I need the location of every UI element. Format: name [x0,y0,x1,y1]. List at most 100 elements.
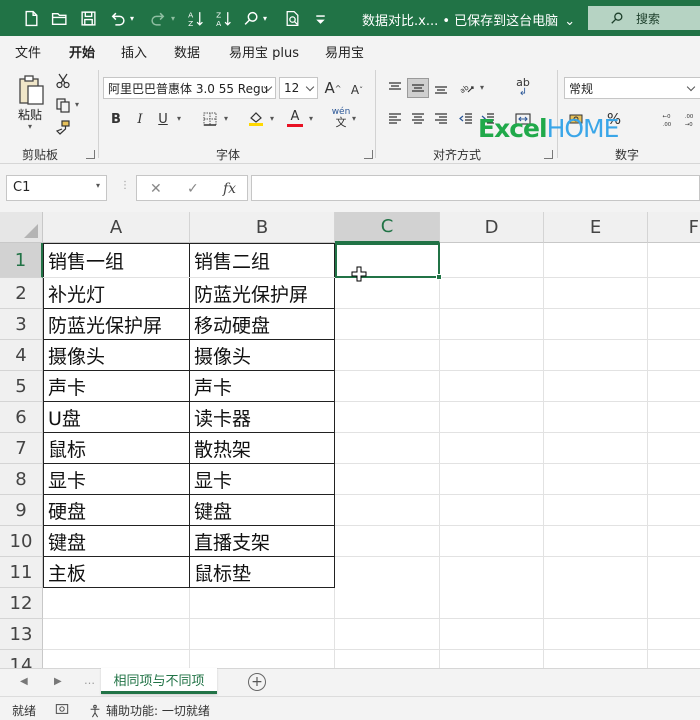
tab-yiyongbao[interactable]: 易用宝 [325,42,364,61]
phonetic-button[interactable]: wén 文 [330,106,352,130]
svg-text:A: A [216,18,222,26]
orientation-dropdown-icon[interactable]: ▾ [480,83,484,92]
add-sheet-icon[interactable]: + [248,673,266,691]
find-dropdown-icon[interactable]: ▾ [259,7,271,29]
accessibility-text: 辅助功能: 一切就绪 [106,704,210,718]
alignment-launcher-icon[interactable] [544,150,553,159]
font-name-value: 阿里巴巴普惠体 3.0 55 Regu [108,81,269,96]
align-middle-icon[interactable] [407,78,429,98]
row-header-9[interactable]: 9 [0,495,43,526]
sheet-next-icon[interactable]: ▶ [54,676,62,687]
customize-toolbar-icon[interactable] [309,7,331,29]
tab-data[interactable]: 数据 [174,42,200,61]
title-chevron-icon[interactable]: ⌄ [564,14,575,29]
row-header-2[interactable]: 2 [0,278,43,309]
insert-function-icon[interactable]: fx [223,181,236,197]
row-header-6[interactable]: 6 [0,402,43,433]
decrease-decimal-icon[interactable]: .00 →0 [682,108,700,132]
name-box-dropdown-icon[interactable]: ▾ [96,181,100,190]
undo-icon[interactable] [106,7,128,29]
clipboard-launcher-icon[interactable] [86,150,95,159]
italic-button[interactable]: I [130,109,150,129]
row-header-11[interactable]: 11 [0,557,43,588]
format-painter-icon[interactable] [54,119,72,137]
font-launcher-icon[interactable] [364,150,373,159]
font-color-button[interactable]: A [285,108,305,128]
row-header-1[interactable]: 1 [0,243,43,278]
wrap-text-button[interactable]: ab ↲ [512,76,534,100]
open-folder-icon[interactable] [48,7,70,29]
row-header-10[interactable]: 10 [0,526,43,557]
row-header-5[interactable]: 5 [0,371,43,402]
tab-yiyongbao-plus[interactable]: 易用宝 plus [229,42,299,61]
underline-dropdown-icon[interactable]: ▾ [177,114,181,123]
underline-button[interactable]: U [153,109,173,129]
row-header-4[interactable]: 4 [0,340,43,371]
row-header-12[interactable]: 12 [0,588,43,619]
fill-handle[interactable] [436,274,442,280]
column-header-e[interactable]: E [544,212,648,243]
svg-text:.00: .00 [685,114,694,120]
font-color-dropdown-icon[interactable]: ▾ [309,114,313,123]
search-box[interactable]: 搜索 [588,6,700,30]
align-right-icon[interactable] [431,109,451,129]
align-bottom-icon[interactable] [431,78,451,98]
row-header-7[interactable]: 7 [0,433,43,464]
undo-dropdown-icon[interactable]: ▾ [126,7,138,29]
sheet-more-icon[interactable]: … [84,674,95,687]
increase-decimal-icon[interactable]: ←0.00 [658,108,678,132]
column-header-a[interactable]: A [43,212,190,243]
row-header-8[interactable]: 8 [0,464,43,495]
column-header-f[interactable]: F [648,212,700,243]
tab-home[interactable]: 开始 [69,42,96,67]
worksheet-grid[interactable]: A B C D E F 1 2 3 4 5 6 7 8 9 10 11 12 1… [0,212,700,668]
phonetic-dropdown-icon[interactable]: ▾ [352,114,356,123]
copy-dropdown-icon[interactable]: ▾ [75,100,79,109]
orientation-icon[interactable]: ab [456,76,478,98]
fill-color-icon[interactable] [246,108,266,128]
column-header-b[interactable]: B [190,212,335,243]
decrease-indent-icon[interactable] [456,109,476,129]
number-format-select[interactable]: 常规 [564,77,700,99]
font-name-select[interactable]: 阿里巴巴普惠体 3.0 55 Regu [103,77,276,99]
column-header-d[interactable]: D [440,212,544,243]
formula-input[interactable] [251,175,700,201]
align-top-icon[interactable] [385,78,405,98]
cut-icon[interactable] [54,72,72,90]
name-box[interactable]: C1 ▾ [6,175,107,201]
borders-dropdown-icon[interactable]: ▾ [224,114,228,123]
paste-label[interactable]: 粘贴 [18,106,42,123]
align-left-icon[interactable] [385,109,405,129]
document-title-text: 数据对比.x... • 已保存到这台电脑 [362,14,559,29]
save-icon[interactable] [77,7,99,29]
fill-color-dropdown-icon[interactable]: ▾ [270,114,274,123]
ribbon-separator [375,70,376,158]
ribbon-separator [98,70,99,158]
paste-dropdown-icon[interactable]: ▾ [28,122,32,131]
macro-record-icon[interactable] [55,702,73,716]
tab-insert[interactable]: 插入 [121,42,147,61]
accessibility-status[interactable]: 辅助功能: 一切就绪 [88,702,210,719]
row-header-13[interactable]: 13 [0,619,43,650]
row-header-14[interactable]: 14 [0,650,43,668]
sort-ascending-icon[interactable]: AZ [184,7,206,29]
sheet-tab-1[interactable]: 相同项与不同项 [101,668,217,694]
new-file-icon[interactable] [20,7,42,29]
tab-file[interactable]: 文件 [15,42,41,61]
select-all-button[interactable] [0,212,43,243]
row-header-3[interactable]: 3 [0,309,43,340]
align-center-icon[interactable] [408,109,428,129]
column-header-c[interactable]: C [335,212,440,243]
formula-buttons: ✕ ✓ fx [136,175,248,201]
print-preview-icon[interactable] [281,7,303,29]
shrink-font-button[interactable]: Aˇ [347,80,367,100]
borders-icon[interactable] [200,109,220,129]
sort-descending-icon[interactable]: ZA [212,7,234,29]
grow-font-button[interactable]: A ^ [323,78,343,98]
paste-icon[interactable] [14,72,48,108]
sheet-prev-icon[interactable]: ◀ [20,676,28,687]
font-size-select[interactable]: 12 [279,77,318,99]
logo-part-home: HOME [546,114,620,143]
copy-icon[interactable] [54,96,72,114]
bold-button[interactable]: B [106,109,126,129]
